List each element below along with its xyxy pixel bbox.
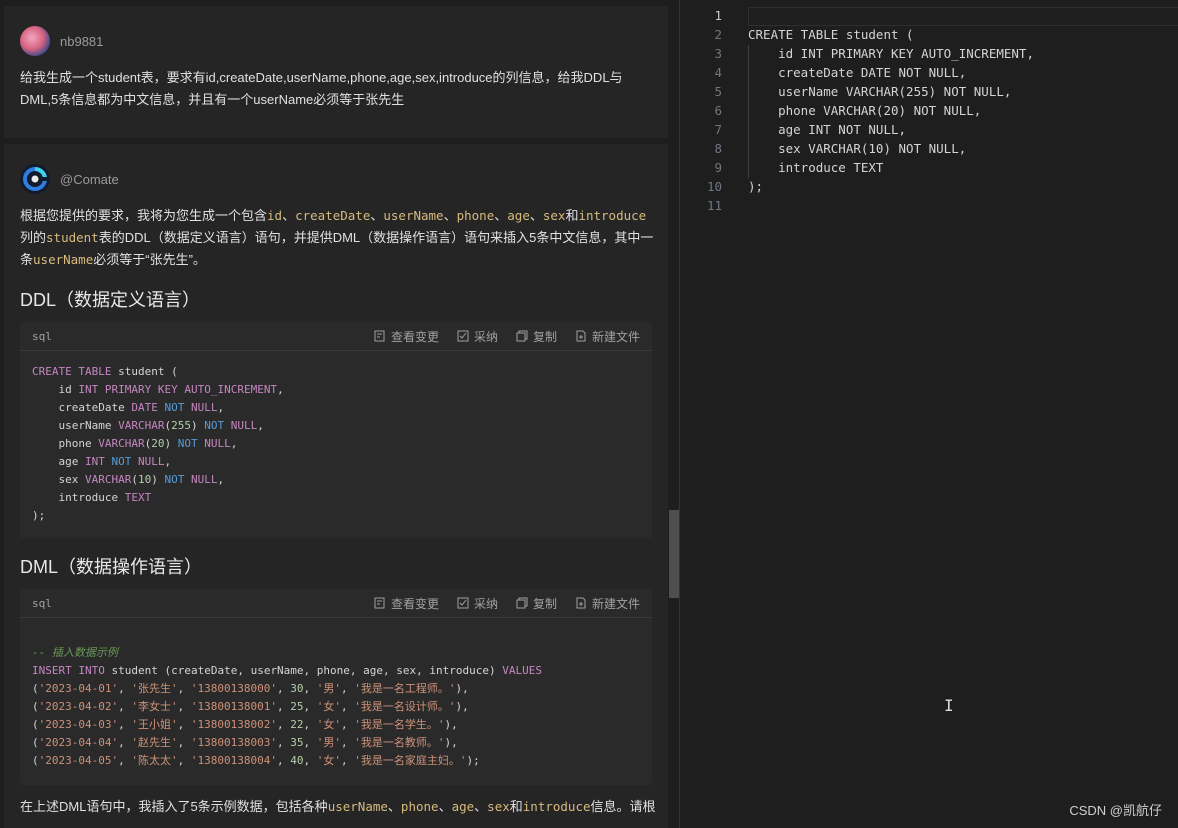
ddl-heading: DDL（数据定义语言） xyxy=(20,290,201,310)
dml-value-row: ('2023-04-03', '王小姐', '13800138002', 22,… xyxy=(32,718,458,731)
dml-value-row: ('2023-04-02', '李女士', '13800138001', 25,… xyxy=(32,700,469,713)
current-line-highlight xyxy=(748,7,1178,26)
check-box-icon xyxy=(457,330,469,342)
chat-panel: nb9881 给我生成一个student表，要求有id,createDate,u… xyxy=(0,0,668,828)
adopt-button[interactable]: 采纳 xyxy=(457,328,498,345)
assistant-message: @Comate 根据您提供的要求，我将为您生成一个包含id、createDate… xyxy=(4,144,668,828)
comate-logo-icon xyxy=(20,164,50,194)
dml-rows: ('2023-04-01', '张先生', '13800138000', 30,… xyxy=(32,682,480,767)
dml-code-block: sql 查看变更 采纳 复制 新建文件 -- 插入数据示例 INSERT INT… xyxy=(20,589,652,785)
copy-icon xyxy=(516,330,528,342)
assistant-author-row: @Comate xyxy=(20,164,119,194)
chat-scrollbar-track[interactable] xyxy=(669,0,679,828)
user-message-text: 给我生成一个student表，要求有id,createDate,userName… xyxy=(20,70,623,107)
editor-code-line[interactable]: CREATE TABLE student ( xyxy=(748,25,914,44)
user-avatar xyxy=(20,26,50,56)
line-number: 5 xyxy=(714,84,722,99)
view-changes-button[interactable]: 查看变更 xyxy=(374,328,439,345)
diff-icon xyxy=(374,597,385,609)
editor-code-line[interactable]: ); xyxy=(748,177,763,196)
ddl-code-toolbar: sql 查看变更 采纳 复制 新建文件 xyxy=(20,322,652,351)
ddl-code: CREATE TABLE student ( id INT PRIMARY KE… xyxy=(32,365,284,522)
line-number: 2 xyxy=(714,27,722,42)
dml-heading: DML（数据操作语言） xyxy=(20,557,203,577)
editor-code-line[interactable]: createDate DATE NOT NULL, xyxy=(748,63,966,82)
new-file-icon xyxy=(576,597,586,609)
ddl-code-lang: sql xyxy=(32,329,52,343)
code-editor[interactable]: 1 2 3 4 5 6 7 8 9 10 11 CREATE TABLE student ( id … xyxy=(680,0,1178,828)
assistant-name: @Comate xyxy=(60,171,119,187)
line-number: 4 xyxy=(714,65,722,80)
new-file-button[interactable]: 新建文件 xyxy=(575,328,640,345)
dml-insert-line: INSERT INTO student (createDate, userNam… xyxy=(32,664,542,677)
line-number: 10 xyxy=(706,179,722,194)
user-name: nb9881 xyxy=(60,33,104,49)
assistant-footer-text: 在上述DML语句中，我插入了5条示例数据，包括各种userName、phone、… xyxy=(20,799,656,814)
dml-code-toolbar: sql 查看变更 采纳 复制 新建文件 xyxy=(20,589,652,618)
dml-code: -- 插入数据示例 INSERT INTO student (createDat… xyxy=(32,646,542,767)
assistant-intro-text: 根据您提供的要求，我将为您生成一个包含id、createDate、userNam… xyxy=(20,208,654,267)
line-number: 7 xyxy=(714,122,722,137)
copy-button[interactable]: 复制 xyxy=(516,595,557,612)
editor-code-line[interactable]: phone VARCHAR(20) NOT NULL, xyxy=(748,101,981,120)
ddl-code-block: sql 查看变更 采纳 复制 新建文件 CREATE TABLE student… xyxy=(20,322,652,538)
dml-value-row: ('2023-04-05', '陈太太', '13800138004', 40,… xyxy=(32,754,480,767)
chat-scrollbar-thumb[interactable] xyxy=(669,510,679,598)
copy-button[interactable]: 复制 xyxy=(516,328,557,345)
dml-value-row: ('2023-04-01', '张先生', '13800138000', 30,… xyxy=(32,682,469,695)
editor-code-line[interactable]: introduce TEXT xyxy=(748,158,883,177)
text-cursor-icon: I xyxy=(944,696,954,715)
new-file-button[interactable]: 新建文件 xyxy=(575,595,640,612)
adopt-button[interactable]: 采纳 xyxy=(457,595,498,612)
line-number: 6 xyxy=(714,103,722,118)
editor-code-line[interactable]: id INT PRIMARY KEY AUTO_INCREMENT, xyxy=(748,44,1034,63)
copy-icon xyxy=(516,597,528,609)
line-number: 11 xyxy=(706,198,722,213)
editor-code-line[interactable]: sex VARCHAR(10) NOT NULL, xyxy=(748,139,966,158)
line-number: 9 xyxy=(714,160,722,175)
dml-value-row: ('2023-04-04', '赵先生', '13800138003', 35,… xyxy=(32,736,458,749)
line-number: 8 xyxy=(714,141,722,156)
user-message: nb9881 给我生成一个student表，要求有id,createDate,u… xyxy=(4,6,668,138)
line-number: 1 xyxy=(714,8,722,23)
dml-code-lang: sql xyxy=(32,596,52,610)
editor-code-line[interactable]: userName VARCHAR(255) NOT NULL, xyxy=(748,82,1011,101)
user-author-row: nb9881 xyxy=(20,26,103,56)
view-changes-button[interactable]: 查看变更 xyxy=(374,595,439,612)
csdn-watermark: CSDN @凯航仔 xyxy=(1069,803,1162,818)
check-box-icon xyxy=(457,597,469,609)
diff-icon xyxy=(374,330,385,342)
line-number: 3 xyxy=(714,46,722,61)
editor-code-line[interactable]: age INT NOT NULL, xyxy=(748,120,906,139)
new-file-icon xyxy=(576,330,586,342)
